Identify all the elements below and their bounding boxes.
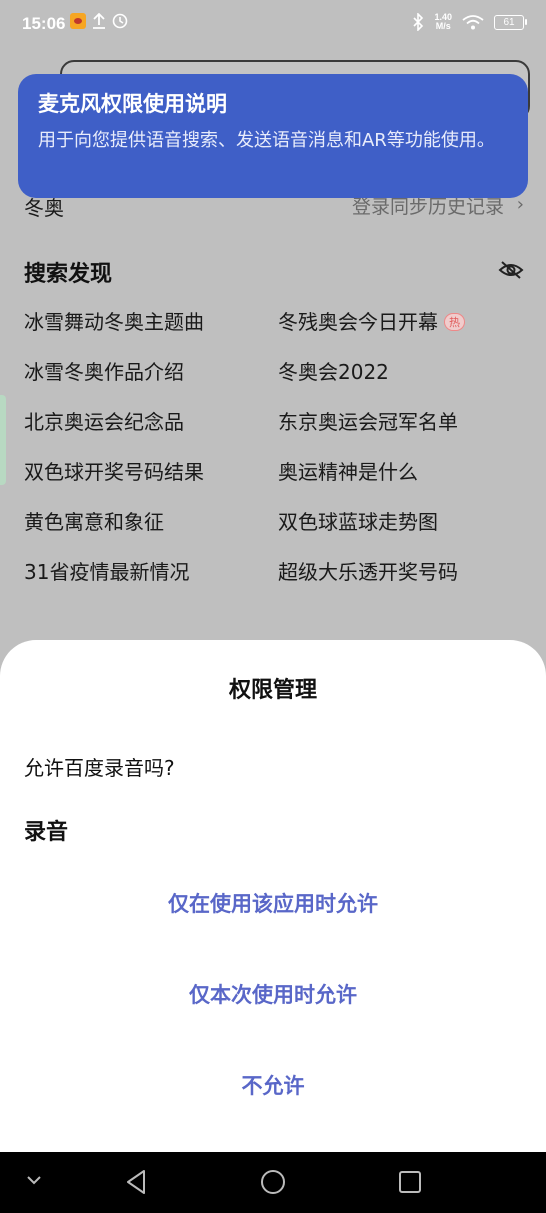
discover-item-1[interactable]: 冰雪舞动冬奥主题曲 (24, 306, 204, 335)
mic-permission-banner: 麦克风权限使用说明 用于向您提供语音搜索、发送语音消息和AR等功能使用。 (18, 74, 528, 198)
allow-once-button[interactable]: 仅本次使用时允许 (0, 979, 546, 1009)
recent-apps-icon[interactable] (398, 1168, 422, 1196)
discover-item-4[interactable]: 冬奥会2022 (278, 356, 389, 385)
discover-item-text: 超级大乐透开奖号码 (278, 560, 458, 584)
discover-item-3[interactable]: 冰雪冬奥作品介绍 (24, 356, 184, 385)
sheet-title: 权限管理 (228, 678, 317, 703)
allow-while-using-button[interactable]: 仅在使用该应用时允许 (0, 888, 546, 918)
discover-item-8[interactable]: 奥运精神是什么 (278, 456, 418, 485)
discover-item-text: 冬残奥会今日开幕 (278, 310, 438, 334)
status-bar: 15:06 1.40 M/s 61 (0, 0, 546, 50)
mic-banner-description: 用于向您提供语音搜索、发送语音消息和AR等功能使用。 (38, 130, 495, 151)
battery-indicator: 61 (494, 14, 527, 30)
discover-item-text: 黄色寓意和象征 (24, 510, 164, 534)
discover-item-5[interactable]: 北京奥运会纪念品 (24, 406, 184, 435)
discover-item-6[interactable]: 东京奥运会冠军名单 (278, 406, 458, 435)
deny-button[interactable]: 不允许 (0, 1070, 546, 1100)
permission-question: 允许百度录音吗? (24, 756, 175, 780)
hot-badge: 热 (444, 313, 465, 331)
discover-item-text: 31省疫情最新情况 (24, 560, 190, 584)
discover-item-7[interactable]: 双色球开奖号码结果 (24, 456, 204, 485)
bluetooth-icon (413, 13, 424, 31)
discover-item-text: 北京奥运会纪念品 (24, 410, 184, 434)
discover-item-10[interactable]: 双色球蓝球走势图 (278, 506, 438, 535)
navigation-bar (0, 1152, 546, 1213)
discover-item-text: 双色球开奖号码结果 (24, 460, 204, 484)
discover-item-text: 奥运精神是什么 (278, 460, 418, 484)
network-speed: 1.40 M/s (434, 13, 452, 31)
discover-item-11[interactable]: 31省疫情最新情况 (24, 556, 189, 585)
eye-off-icon[interactable] (498, 260, 524, 280)
mic-banner-title: 麦克风权限使用说明 (38, 92, 227, 116)
upload-icon (93, 13, 105, 29)
permission-sheet: 权限管理 允许百度录音吗? 录音 仅在使用该应用时允许 仅本次使用时允许 不允许 (0, 640, 546, 1152)
status-time: 15:06 (22, 14, 66, 33)
side-handle[interactable] (0, 395, 6, 485)
home-icon[interactable] (260, 1168, 286, 1196)
back-icon[interactable] (124, 1168, 148, 1196)
permission-name: 录音 (24, 820, 69, 845)
status-left-icons (70, 13, 128, 29)
discover-item-text: 冰雪舞动冬奥主题曲 (24, 310, 204, 334)
discover-item-text: 双色球蓝球走势图 (278, 510, 438, 534)
discover-title: 搜索发现 (24, 262, 113, 287)
wifi-icon (462, 15, 484, 30)
discover-item-12[interactable]: 超级大乐透开奖号码 (278, 556, 458, 585)
discover-item-text: 冰雪冬奥作品介绍 (24, 360, 184, 384)
chevron-right-icon: › (516, 194, 524, 215)
status-right-icons: 1.40 M/s 61 (412, 13, 527, 31)
discover-item-text: 冬奥会2022 (278, 360, 389, 384)
weibo-notification-icon (70, 13, 86, 29)
chevron-down-icon[interactable] (24, 1170, 44, 1190)
discover-item-9[interactable]: 黄色寓意和象征 (24, 506, 164, 535)
discover-item-2[interactable]: 冬残奥会今日开幕热 (278, 306, 465, 335)
discover-item-text: 东京奥运会冠军名单 (278, 410, 458, 434)
network-speed-unit: M/s (435, 21, 451, 31)
no-disturb-icon (112, 13, 128, 29)
